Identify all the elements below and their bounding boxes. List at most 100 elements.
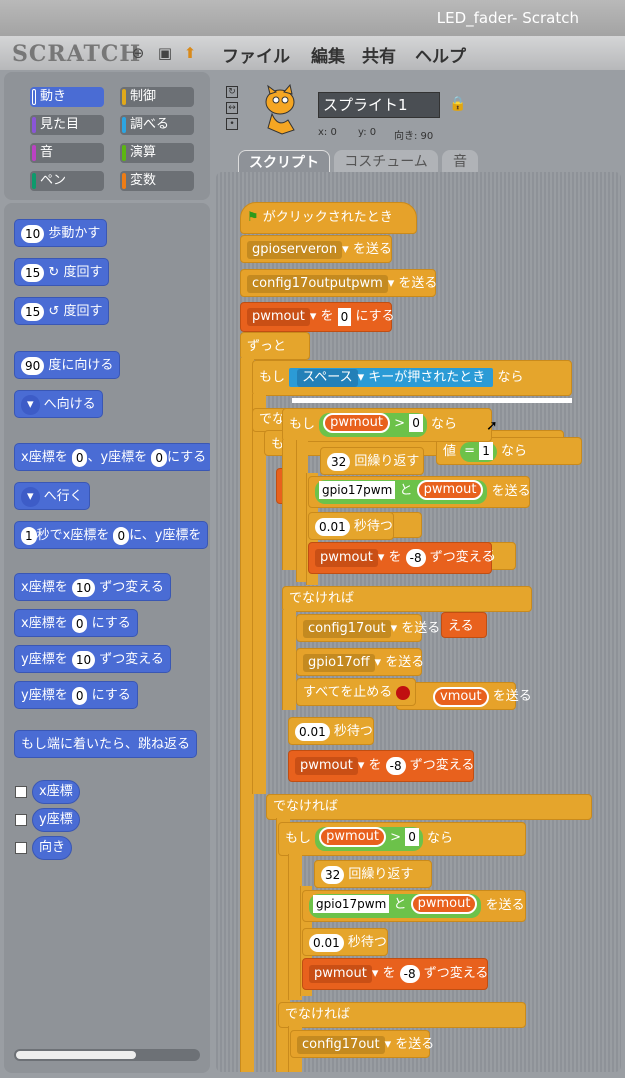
tab-sounds[interactable]: 音 [442, 150, 478, 174]
string-input[interactable]: gpio17pwm [319, 481, 396, 499]
set-variable-block[interactable]: pwmout ▾ を 0 にする [240, 302, 395, 332]
target-dropdown[interactable]: ▾ [21, 395, 40, 415]
key-dropdown[interactable]: スペース [297, 368, 358, 387]
tab-scripts[interactable]: スクリプト [238, 150, 330, 174]
broadcast-block[interactable]: config17outputpwm ▾ を送る [240, 269, 437, 297]
repeat-block[interactable]: 32 回繰り返す [320, 447, 424, 475]
change-variable-block[interactable]: pwmout ▾ を -8 ずつ変える [288, 750, 474, 782]
variable-dropdown[interactable]: pwmout [315, 548, 378, 567]
message-dropdown[interactable]: config17outputpwm [247, 274, 388, 293]
times-input[interactable]: 32 [321, 865, 345, 884]
move-steps-block[interactable]: 10 歩動かす [14, 219, 108, 247]
tab-costumes[interactable]: コスチューム [334, 150, 438, 174]
category-looks[interactable]: 見た目 [30, 115, 104, 135]
change-variable-block[interactable]: pwmout ▾ を -8 ずつ変える [308, 542, 494, 574]
seconds-input[interactable]: 0.01 [309, 933, 344, 952]
if-else-block[interactable]: もし pwmout > 0 なら [278, 822, 526, 856]
message-dropdown[interactable]: gpioserveron [247, 240, 343, 259]
value-input[interactable]: 0 [337, 307, 352, 326]
y-position-reporter[interactable]: y座標 [32, 808, 80, 832]
message-dropdown[interactable]: config17out [297, 1035, 385, 1054]
stop-all-block[interactable]: すべてを止める [296, 678, 416, 706]
y-input[interactable]: 0 [151, 448, 167, 467]
point-towards-block[interactable]: ▾ へ向ける [14, 390, 103, 418]
broadcast-join-block[interactable]: gpio17pwm と pwmout を送る [302, 890, 526, 922]
goto-block[interactable]: ▾ へ行く [14, 482, 90, 510]
rotate-style-icon[interactable]: ↻ [226, 86, 238, 98]
sprite-name-field[interactable]: スプライト1 [318, 92, 440, 118]
value-input[interactable]: 0 [405, 828, 419, 846]
share-icon[interactable]: ⬆ [182, 45, 198, 61]
save-icon[interactable]: ▣ [157, 45, 173, 61]
steps-input[interactable]: 10 [21, 224, 45, 243]
seconds-input[interactable]: 0.01 [315, 517, 350, 536]
seconds-input[interactable]: 0.01 [295, 722, 330, 741]
direction-checkbox[interactable] [15, 842, 27, 854]
direction-dropdown[interactable]: 90 [21, 356, 45, 375]
lock-icon[interactable]: 🔒 [449, 96, 466, 112]
flip-style-icon[interactable]: ↔ [226, 102, 238, 114]
forever-block[interactable]: ずっと [240, 332, 310, 360]
change-y-block[interactable]: y座標を 10 ずつ変える [14, 645, 171, 673]
globe-icon[interactable]: ⊕ [130, 45, 146, 61]
broadcast-block[interactable]: config17out ▾ を送る [296, 614, 440, 642]
variable-dropdown[interactable]: pwmout [309, 964, 372, 983]
variable-reporter[interactable]: pwmout [323, 413, 390, 433]
wait-block[interactable]: 0.01 秒待つ [288, 717, 374, 745]
repeat-block[interactable]: 32 回繰り返す [314, 860, 432, 888]
dy-input[interactable]: 10 [71, 650, 96, 669]
glide-block[interactable]: 1 秒でx座標を 0 に、y座標を [14, 521, 209, 549]
point-direction-block[interactable]: 90 度に向ける [14, 351, 121, 379]
category-pen[interactable]: ペン [30, 171, 104, 191]
turn-right-block[interactable]: 15 ↻ 度回す [14, 258, 110, 286]
menu-help[interactable]: ヘルプ [415, 42, 466, 67]
y-position-checkbox[interactable] [15, 814, 27, 826]
menu-edit[interactable]: 編集 [311, 42, 345, 67]
times-input[interactable]: 32 [327, 452, 351, 471]
value-input[interactable]: 0 [409, 414, 423, 432]
palette-scrollbar[interactable] [14, 1049, 200, 1061]
x-input[interactable]: 0 [71, 448, 88, 467]
variable-reporter[interactable]: pwmout [416, 480, 484, 500]
goto-xy-block[interactable]: x座標を 0 、y座標を 0 にする [14, 443, 210, 471]
delta-input[interactable]: -8 [385, 756, 406, 775]
key-pressed-reporter[interactable]: スペース ▾ キーが押されたとき [289, 368, 494, 387]
greater-than-reporter[interactable]: pwmout > 0 [319, 412, 427, 437]
delta-input[interactable]: -8 [399, 964, 420, 983]
turn-left-block[interactable]: 15 ↺ 度回す [14, 297, 110, 325]
category-motion[interactable]: 動き [30, 87, 104, 107]
category-operators[interactable]: 演算 [120, 143, 194, 163]
x-input[interactable]: 0 [71, 614, 88, 633]
set-y-block[interactable]: y座標を 0 にする [14, 681, 138, 709]
bounce-block[interactable]: もし端に着いたら、跳ね返る [14, 730, 198, 758]
category-control[interactable]: 制御 [120, 87, 194, 107]
dx-input[interactable]: 10 [71, 578, 96, 597]
degrees-input[interactable]: 15 [21, 263, 45, 282]
set-x-block[interactable]: x座標を 0 にする [14, 609, 138, 637]
message-dropdown[interactable]: config17out [303, 619, 391, 638]
if-else-block[interactable]: もし スペース ▾ キーが押されたとき なら [252, 360, 572, 396]
when-flag-clicked-block[interactable]: ⚑ がクリックされたとき [240, 202, 417, 234]
category-sensing[interactable]: 調べる [120, 115, 194, 135]
broadcast-block[interactable]: gpio17off ▾ を送る [296, 648, 424, 676]
x-position-checkbox[interactable] [15, 786, 27, 798]
direction-reporter[interactable]: 向き [32, 836, 73, 860]
category-variables[interactable]: 変数 [120, 171, 194, 191]
broadcast-block[interactable]: config17out ▾ を送る [290, 1030, 434, 1058]
message-dropdown[interactable]: gpio17off [303, 653, 375, 672]
x-position-reporter[interactable]: x座標 [32, 780, 80, 804]
broadcast-block[interactable]: gpioserveron ▾ を送る [240, 235, 392, 263]
delta-input[interactable]: -8 [405, 548, 426, 567]
no-rotate-icon[interactable]: • [226, 118, 238, 130]
variable-dropdown[interactable]: pwmout [295, 756, 358, 775]
seconds-input[interactable]: 1 [21, 526, 37, 545]
menu-file[interactable]: ファイル [222, 42, 290, 67]
string-input[interactable]: gpio17pwm [313, 895, 390, 913]
broadcast-join-block[interactable]: gpio17pwm と pwmout を送る [308, 476, 531, 508]
change-variable-block[interactable]: pwmout ▾ を -8 ずつ変える [302, 958, 488, 990]
variable-reporter[interactable]: pwmout [410, 894, 478, 914]
y-input[interactable]: 0 [71, 686, 88, 705]
if-block-dragged[interactable]: もし pwmout > 0 なら [282, 408, 492, 442]
variable-reporter[interactable]: pwmout [319, 827, 386, 847]
degrees-input[interactable]: 15 [21, 302, 45, 321]
